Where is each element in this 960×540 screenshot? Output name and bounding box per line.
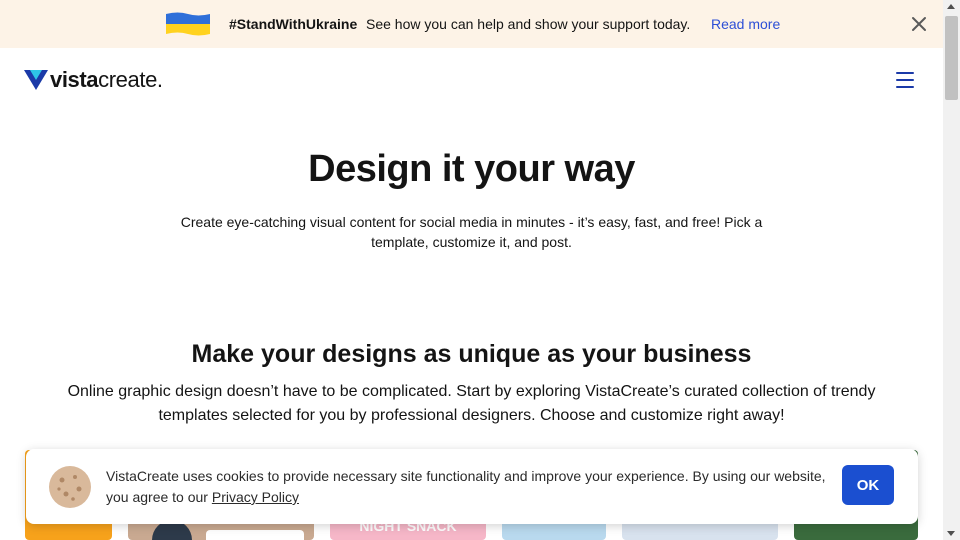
cookie-ok-button[interactable]: OK bbox=[842, 465, 894, 505]
banner-message: See how you can help and show your suppo… bbox=[366, 16, 691, 32]
close-icon[interactable] bbox=[909, 14, 929, 34]
page-scrollbar[interactable] bbox=[943, 0, 960, 540]
cookie-message: VistaCreate uses cookies to provide nece… bbox=[106, 468, 826, 505]
read-more-link[interactable]: Read more bbox=[711, 16, 780, 32]
cookie-banner: VistaCreate uses cookies to provide nece… bbox=[26, 449, 918, 524]
vistacreate-logo[interactable]: vistacreate. bbox=[24, 67, 163, 92]
logo-wordmark: vistacreate. bbox=[50, 67, 163, 92]
privacy-policy-link[interactable]: Privacy Policy bbox=[212, 489, 299, 505]
scroll-down-icon[interactable] bbox=[947, 531, 955, 536]
scroll-up-icon[interactable] bbox=[947, 4, 955, 9]
ukraine-banner: #StandWithUkraine See how you can help a… bbox=[0, 0, 943, 48]
logo-mark-icon bbox=[24, 70, 48, 90]
ukraine-flag-icon bbox=[166, 12, 210, 36]
hero-subtitle: Create eye-catching visual content for s… bbox=[180, 214, 763, 250]
cookie-icon bbox=[49, 466, 91, 508]
banner-hashtag: #StandWithUkraine bbox=[229, 16, 358, 32]
section-title: Make your designs as unique as your busi… bbox=[191, 340, 752, 368]
hero-title: Design it your way bbox=[308, 148, 635, 190]
scrollbar-thumb[interactable] bbox=[945, 16, 958, 100]
hamburger-menu-icon[interactable] bbox=[894, 70, 916, 90]
section-subtitle: Online graphic design doesn’t have to be… bbox=[67, 383, 876, 424]
